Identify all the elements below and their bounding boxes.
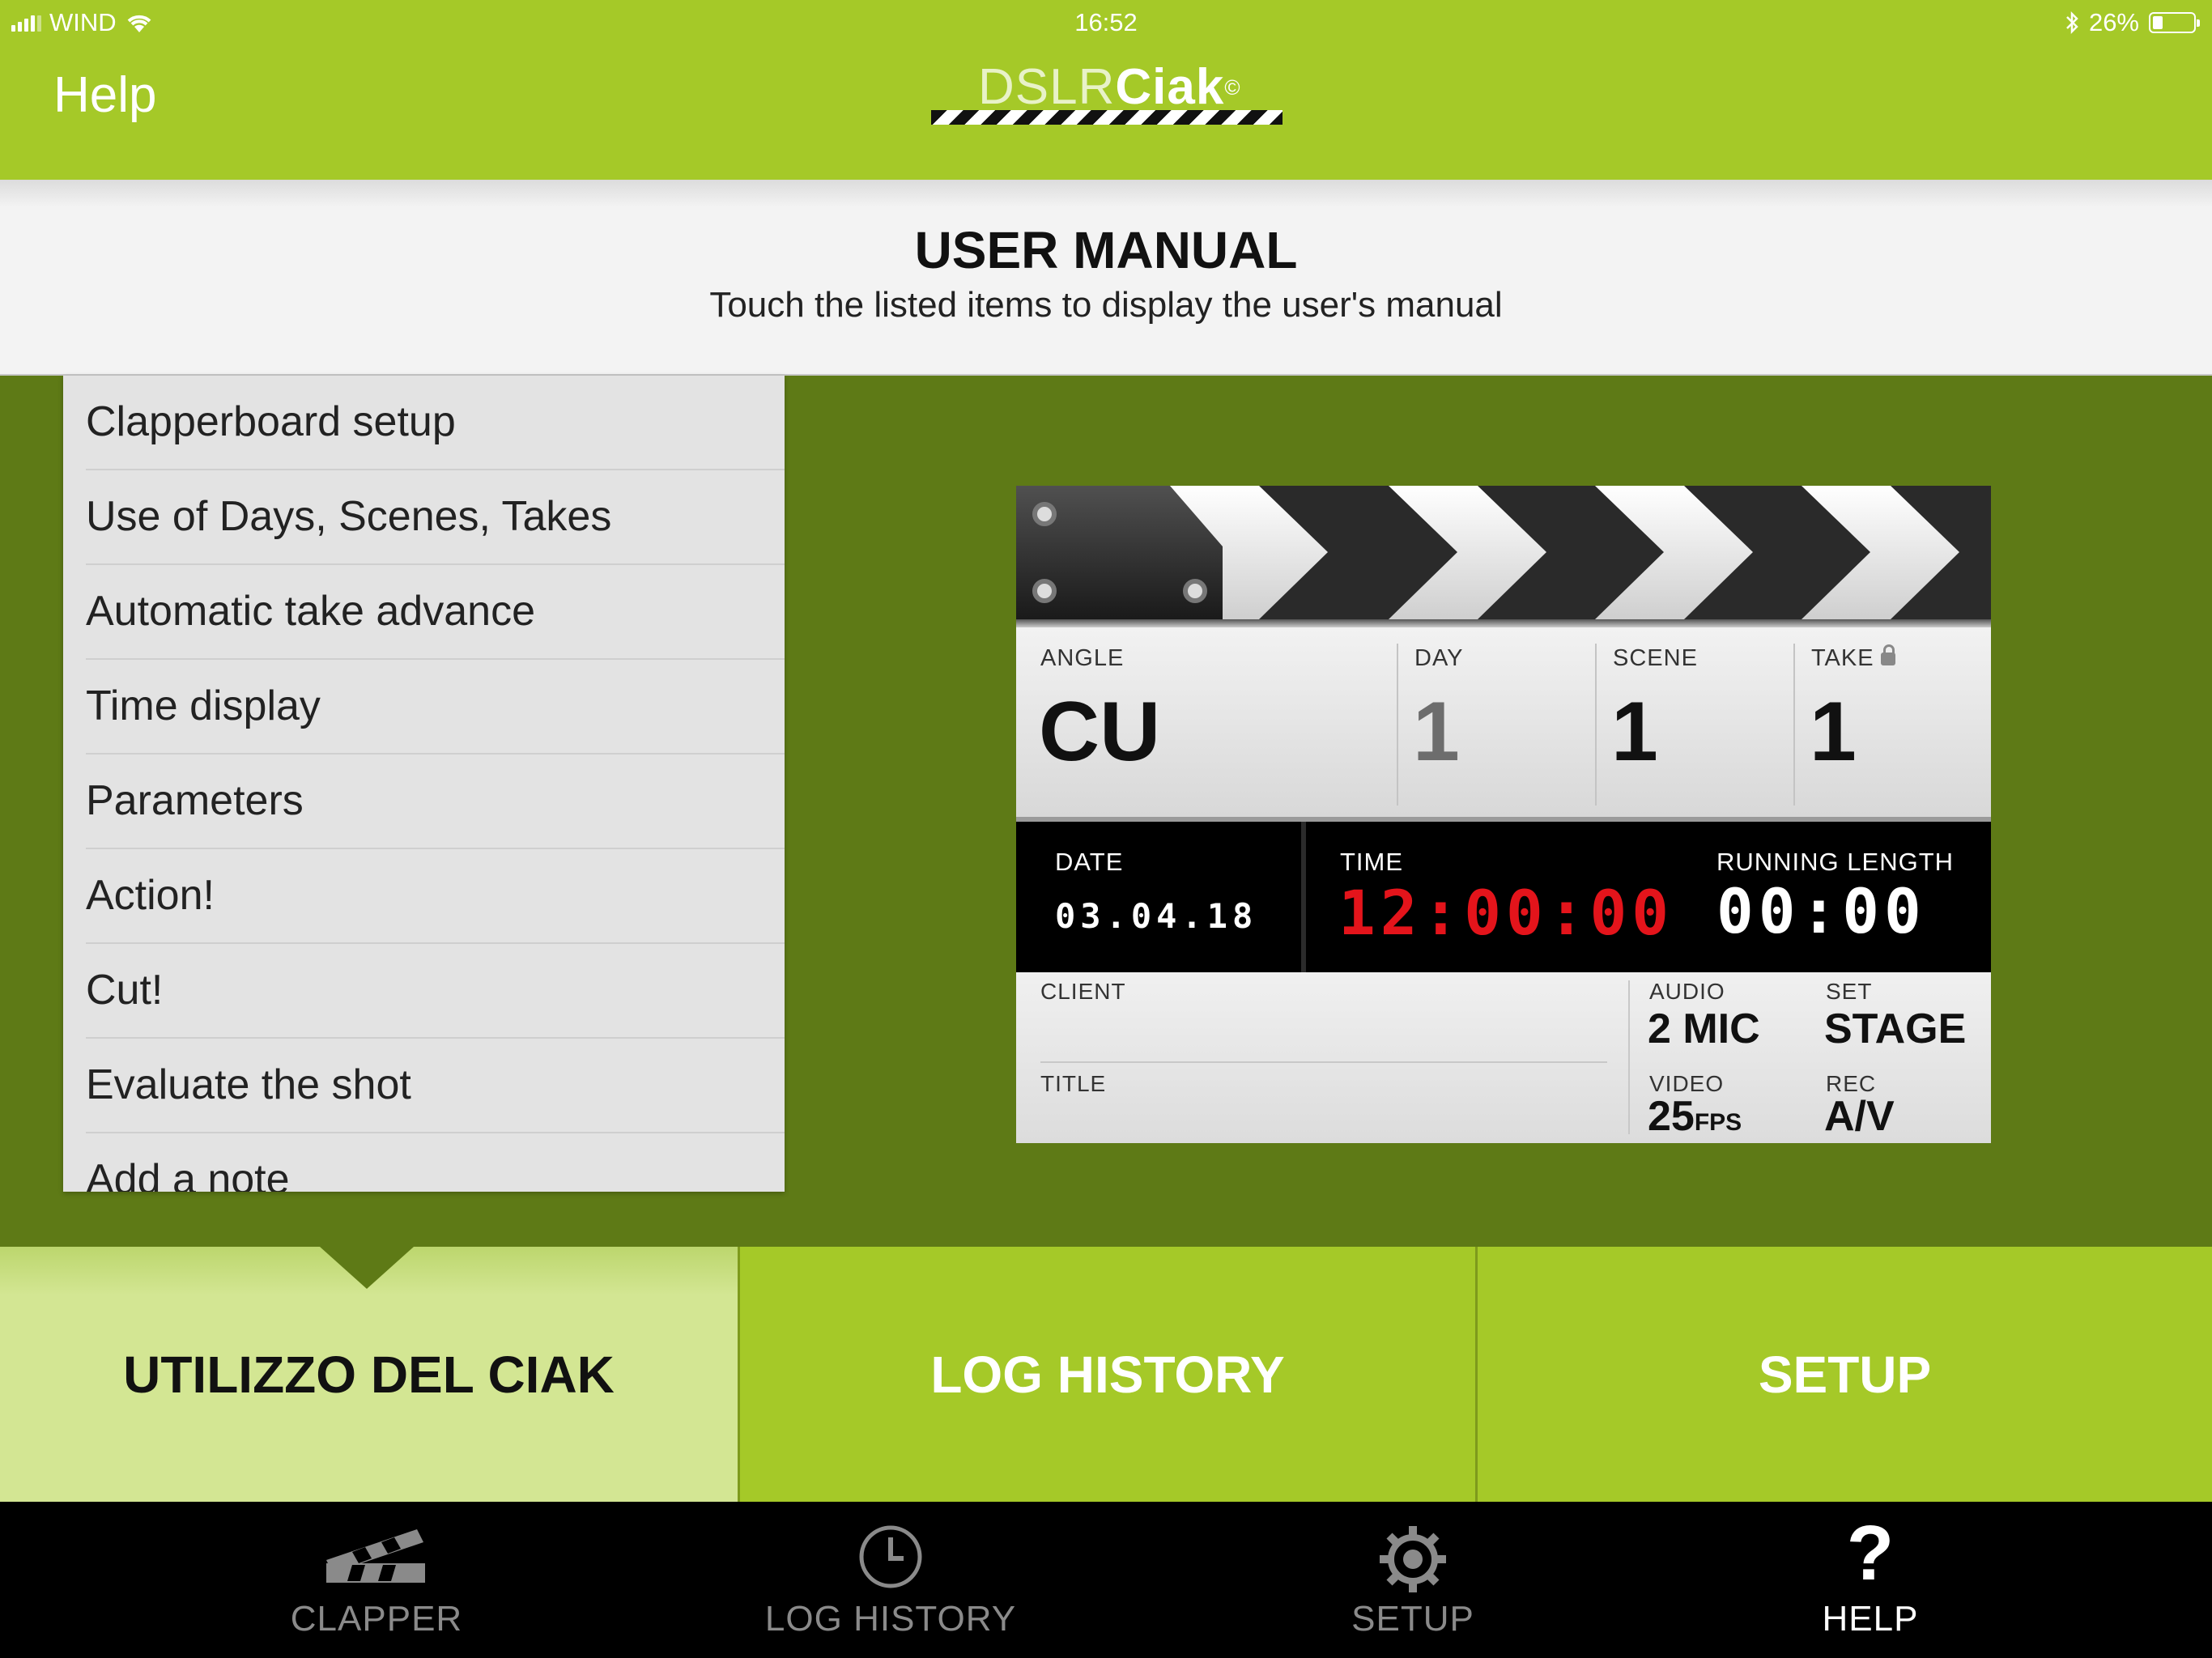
angle-label: ANGLE bbox=[1040, 645, 1125, 671]
video-value: 25 bbox=[1648, 1093, 1695, 1140]
clapperboard-preview: ANGLE CU DAY 1 SCENE 1 TAKE 1 DATE 03.04… bbox=[1016, 486, 1991, 1143]
time-label: TIME bbox=[1340, 848, 1404, 876]
clapper-display-row: DATE 03.04.18 TIME 12:00:00 RUNNING LENG… bbox=[1016, 822, 1991, 972]
take-value: 1 bbox=[1810, 685, 1857, 779]
scene-value: 1 bbox=[1611, 685, 1658, 779]
segment-setup[interactable]: SETUP bbox=[1475, 1247, 2212, 1502]
clapper-info-row: ANGLE CU DAY 1 SCENE 1 TAKE 1 bbox=[1016, 627, 1991, 822]
angle-value: CU bbox=[1039, 685, 1161, 779]
tab-help-label: HELP bbox=[1822, 1599, 1919, 1639]
date-label: DATE bbox=[1055, 848, 1124, 876]
day-label: DAY bbox=[1414, 645, 1464, 671]
manual-list[interactable]: Clapperboard setup Use of Days, Scenes, … bbox=[63, 376, 785, 1192]
day-cell: DAY 1 bbox=[1398, 627, 1595, 817]
manual-item-automatic-take-advance[interactable]: Automatic take advance bbox=[63, 565, 785, 660]
manual-item-time-display[interactable]: Time display bbox=[63, 660, 785, 755]
clock-icon bbox=[859, 1525, 922, 1588]
status-time: 16:52 bbox=[1074, 8, 1138, 36]
segment-log-history[interactable]: LOG HISTORY bbox=[738, 1247, 1475, 1502]
top-bar: WIND 16:52 26% Help DSLRCiak© bbox=[0, 0, 2212, 180]
title-label: TITLE bbox=[1040, 1071, 1107, 1096]
client-label: CLIENT bbox=[1040, 979, 1126, 1004]
clapper-icon bbox=[326, 1529, 425, 1583]
running-length-label: RUNNING LENGTH bbox=[1716, 848, 1955, 876]
manual-item-add-note[interactable]: Add a note bbox=[63, 1133, 785, 1192]
rec-value: A/V bbox=[1824, 1093, 1895, 1140]
take-cell: TAKE 1 bbox=[1795, 627, 1991, 817]
battery-percent: 26% bbox=[2088, 8, 2139, 36]
back-button[interactable]: Help bbox=[53, 63, 157, 128]
scene-cell: SCENE 1 bbox=[1597, 627, 1793, 817]
lock-icon bbox=[1880, 644, 1895, 666]
time-value: 12:00:00 bbox=[1338, 877, 1674, 949]
bottom-tab-bar: CLAPPER LOG HISTORY SETUP ? HELP bbox=[0, 1502, 2212, 1658]
set-value: STAGE bbox=[1824, 1005, 1967, 1052]
screw-icon bbox=[1183, 579, 1207, 603]
manual-item-action[interactable]: Action! bbox=[63, 849, 785, 944]
audio-value: 2 MIC bbox=[1648, 1005, 1760, 1052]
manual-item-cut[interactable]: Cut! bbox=[63, 944, 785, 1039]
divider bbox=[1040, 1061, 1607, 1063]
angle-cell: ANGLE CU bbox=[1016, 627, 1397, 817]
tab-setup[interactable]: SETUP bbox=[1304, 1502, 1522, 1658]
question-icon: ? bbox=[1846, 1510, 1895, 1596]
take-label: TAKE bbox=[1811, 645, 1874, 671]
title-band: USER MANUAL Touch the listed items to di… bbox=[0, 180, 2212, 376]
manual-item-clapperboard-setup[interactable]: Clapperboard setup bbox=[63, 376, 785, 470]
divider bbox=[1628, 980, 1630, 1134]
running-length-value: 00:00 bbox=[1716, 875, 1926, 947]
scene-label: SCENE bbox=[1613, 645, 1698, 671]
tab-clapper-label: CLAPPER bbox=[290, 1599, 463, 1639]
day-value: 1 bbox=[1413, 685, 1460, 779]
tab-help[interactable]: ? HELP bbox=[1765, 1502, 1976, 1658]
screw-icon bbox=[1032, 579, 1057, 603]
app-logo: DSLRCiak© bbox=[931, 58, 1283, 131]
divider bbox=[1301, 822, 1306, 972]
clapper-shadow bbox=[1016, 619, 1991, 627]
video-value-wrap: 25FPS bbox=[1648, 1092, 1742, 1141]
gear-icon bbox=[1380, 1526, 1446, 1592]
manual-item-evaluate-shot[interactable]: Evaluate the shot bbox=[63, 1039, 785, 1133]
page-subtitle: Touch the listed items to display the us… bbox=[709, 285, 1503, 325]
clapper-stick bbox=[1016, 486, 1991, 619]
date-value: 03.04.18 bbox=[1055, 896, 1258, 936]
tab-setup-label: SETUP bbox=[1351, 1599, 1474, 1639]
screw-icon bbox=[1032, 502, 1057, 526]
logo-stripe bbox=[931, 110, 1283, 125]
audio-label: AUDIO bbox=[1649, 979, 1725, 1004]
battery-icon bbox=[2149, 12, 2200, 33]
logo-text-bold: Ciak bbox=[1115, 59, 1225, 115]
set-label: SET bbox=[1826, 979, 1873, 1004]
video-unit: FPS bbox=[1694, 1109, 1742, 1136]
clapper-details-row: CLIENT TITLE AUDIO 2 MIC SET STAGE VIDEO… bbox=[1016, 972, 1991, 1143]
logo-text-light: DSLR bbox=[978, 59, 1116, 115]
logo-mark: © bbox=[1224, 75, 1241, 100]
active-segment-pointer bbox=[320, 1247, 414, 1289]
manual-item-parameters[interactable]: Parameters bbox=[63, 755, 785, 849]
tab-log-history-label: LOG HISTORY bbox=[764, 1599, 1017, 1639]
page-title: USER MANUAL bbox=[914, 221, 1298, 279]
tab-clapper[interactable]: CLAPPER bbox=[267, 1502, 486, 1658]
tab-log-history[interactable]: LOG HISTORY bbox=[761, 1502, 1020, 1658]
status-right: 26% bbox=[2065, 6, 2200, 39]
bluetooth-icon bbox=[2066, 11, 2078, 35]
manual-item-days-scenes-takes[interactable]: Use of Days, Scenes, Takes bbox=[63, 470, 785, 565]
take-label-wrap: TAKE bbox=[1811, 644, 1895, 672]
